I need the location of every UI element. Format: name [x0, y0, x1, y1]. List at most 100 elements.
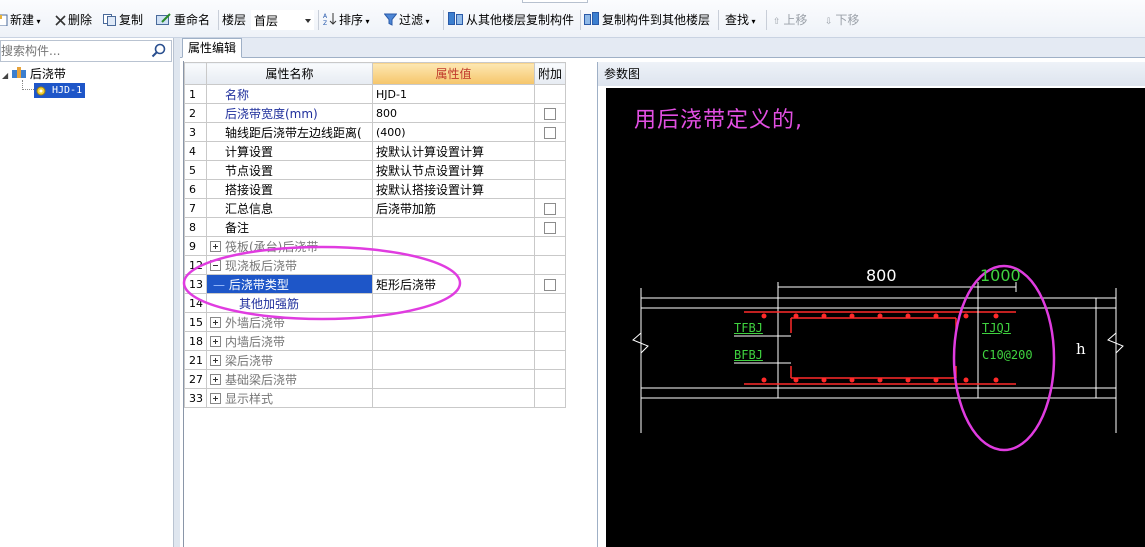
group-row-name: 内墙后浇带 — [206, 331, 373, 351]
property-value[interactable]: 800 — [372, 103, 535, 123]
copy-from-other-label: 从其他楼层复制构件 — [466, 13, 575, 27]
toolbar: 新建 ▾ 删除 复制 重命名 楼层 首层 A Z 排序 ▾ 过滤 ▾ 从其他楼层复制… — [0, 0, 1145, 38]
row-number: 2 — [184, 103, 207, 123]
extra-cell — [533, 84, 567, 104]
extra-checkbox[interactable] — [544, 202, 556, 215]
new-button[interactable]: 新建 ▾ — [0, 11, 41, 29]
separator — [218, 10, 219, 30]
copy-button[interactable]: 复制 — [103, 11, 143, 29]
table-row[interactable]: 18 内墙后浇带 — [184, 331, 567, 351]
table-row[interactable]: 33 显示样式 — [184, 388, 567, 408]
copy-from-other-floor-button[interactable]: 从其他楼层复制构件 — [448, 11, 574, 29]
rename-label: 重命名 — [174, 13, 211, 27]
table-row[interactable]: 8 备注 — [184, 217, 567, 237]
extra-checkbox[interactable] — [544, 107, 556, 120]
property-value — [372, 350, 535, 370]
group-row-name: 显示样式 — [206, 388, 373, 408]
rename-button[interactable]: 重命名 — [156, 11, 210, 29]
extra-checkbox[interactable] — [544, 221, 556, 234]
copy-from-floor-icon — [448, 12, 463, 25]
tab-attribute-edit[interactable]: 属性编辑 — [182, 38, 243, 58]
row-number: 21 — [184, 350, 207, 370]
property-value[interactable]: 按默认计算设置计算 — [372, 141, 535, 161]
extra-cell — [533, 160, 567, 180]
post-pour-strip-icon — [11, 67, 26, 78]
group-row-name: 梁后浇带 — [206, 350, 373, 370]
table-row[interactable]: 3 轴线距后浇带左边线距离( (400) — [184, 122, 567, 142]
floor-label: 楼层 — [222, 13, 247, 27]
expand-plus-icon[interactable] — [210, 335, 221, 347]
group-row-name: 基础梁后浇带 — [206, 369, 373, 389]
header-property-value: 属性值 — [372, 62, 535, 85]
property-value[interactable]: 按默认搭接设置计算 — [372, 179, 535, 199]
header-row-number — [184, 62, 207, 85]
property-name: 节点设置 — [206, 160, 373, 180]
delete-x-icon — [55, 15, 66, 26]
extra-cell — [533, 293, 567, 313]
table-row[interactable]: 4 计算设置 按默认计算设置计算 — [184, 141, 567, 161]
filter-funnel-icon — [384, 13, 397, 26]
table-row[interactable]: 1 名称 HJD-1 — [184, 84, 567, 104]
property-value[interactable]: HJD-1 — [372, 84, 535, 104]
extra-cell — [533, 331, 567, 351]
table-row[interactable]: 6 搭接设置 按默认搭接设置计算 — [184, 179, 567, 199]
property-value — [372, 369, 535, 389]
property-value — [372, 388, 535, 408]
table-row[interactable]: 5 节点设置 按默认节点设置计算 — [184, 160, 567, 180]
find-button[interactable]: 查找 ▾ — [725, 11, 756, 29]
move-up-button[interactable]: ⇧ 上移 — [773, 11, 807, 29]
grid-header-row: 属性名称 属性值 附加 — [184, 62, 567, 85]
property-grid: 属性名称 属性值 附加 1 名称 HJD-1 2 后浇带宽度(mm) 800 3… — [184, 62, 567, 408]
delete-label: 删除 — [68, 13, 93, 27]
property-value[interactable]: (400) — [372, 122, 535, 142]
property-name: 汇总信息 — [206, 198, 373, 218]
extra-checkbox[interactable] — [544, 126, 556, 139]
annotation-ellipse — [182, 245, 462, 321]
extra-checkbox[interactable] — [544, 278, 556, 291]
row-number: 27 — [184, 369, 207, 389]
header-property-name: 属性名称 — [206, 62, 373, 85]
table-row[interactable]: 7 汇总信息 后浇带加筋 — [184, 198, 567, 218]
expand-plus-icon[interactable] — [210, 392, 221, 404]
table-row[interactable]: 21 梁后浇带 — [184, 350, 567, 370]
separator — [718, 10, 719, 30]
move-up-label: 上移 — [783, 13, 808, 27]
property-value[interactable]: 按默认节点设置计算 — [372, 160, 535, 180]
filter-button[interactable]: 过滤 ▾ — [384, 11, 430, 29]
table-row[interactable]: 27 基础梁后浇带 — [184, 369, 567, 389]
table-row[interactable]: 2 后浇带宽度(mm) 800 — [184, 103, 567, 123]
param-diagram-canvas: 用后浇带定义的, 800 1000 TFBJ BFBJ TJQJ C10@200… — [606, 88, 1145, 547]
row-number: 5 — [184, 160, 207, 180]
floor-select[interactable]: 首层 — [251, 10, 314, 30]
arrow-down-icon: ⇩ — [825, 17, 836, 27]
group-label: 内墙后浇带 — [225, 334, 286, 349]
find-label: 查找 — [725, 13, 750, 27]
svg-text:A: A — [323, 13, 328, 20]
label-bfbj: BFBJ — [734, 348, 763, 362]
copy-to-floor-icon — [584, 12, 599, 25]
property-name: 名称 — [206, 84, 373, 104]
search-input[interactable] — [1, 41, 149, 61]
move-down-button[interactable]: ⇩ 下移 — [825, 11, 859, 29]
expand-plus-icon[interactable] — [210, 354, 221, 366]
property-value[interactable]: 后浇带加筋 — [372, 198, 535, 218]
component-tree-panel: ◢ 后浇带 HJD-1 — [0, 38, 174, 547]
dropdown-arrow-icon — [305, 19, 311, 23]
copy-to-other-floor-button[interactable]: 复制构件到其他楼层 — [584, 11, 710, 29]
label-thickness-h: h — [1076, 340, 1086, 358]
property-value[interactable] — [372, 217, 535, 237]
extra-cell — [533, 236, 567, 256]
post-pour-strip-diagram — [632, 264, 1124, 452]
delete-button[interactable]: 删除 — [55, 11, 92, 29]
extra-cell — [533, 274, 567, 294]
sort-button[interactable]: A Z 排序 ▾ — [323, 11, 370, 29]
row-number: 8 — [184, 217, 207, 237]
new-label: 新建 — [10, 13, 35, 27]
row-number: 6 — [184, 179, 207, 199]
row-number: 1 — [184, 84, 207, 104]
expand-plus-icon[interactable] — [210, 373, 221, 385]
search-icon[interactable] — [151, 43, 167, 59]
tree-expander-icon[interactable]: ◢ — [2, 71, 8, 80]
extra-cell — [533, 122, 567, 142]
group-label: 显示样式 — [225, 391, 274, 406]
